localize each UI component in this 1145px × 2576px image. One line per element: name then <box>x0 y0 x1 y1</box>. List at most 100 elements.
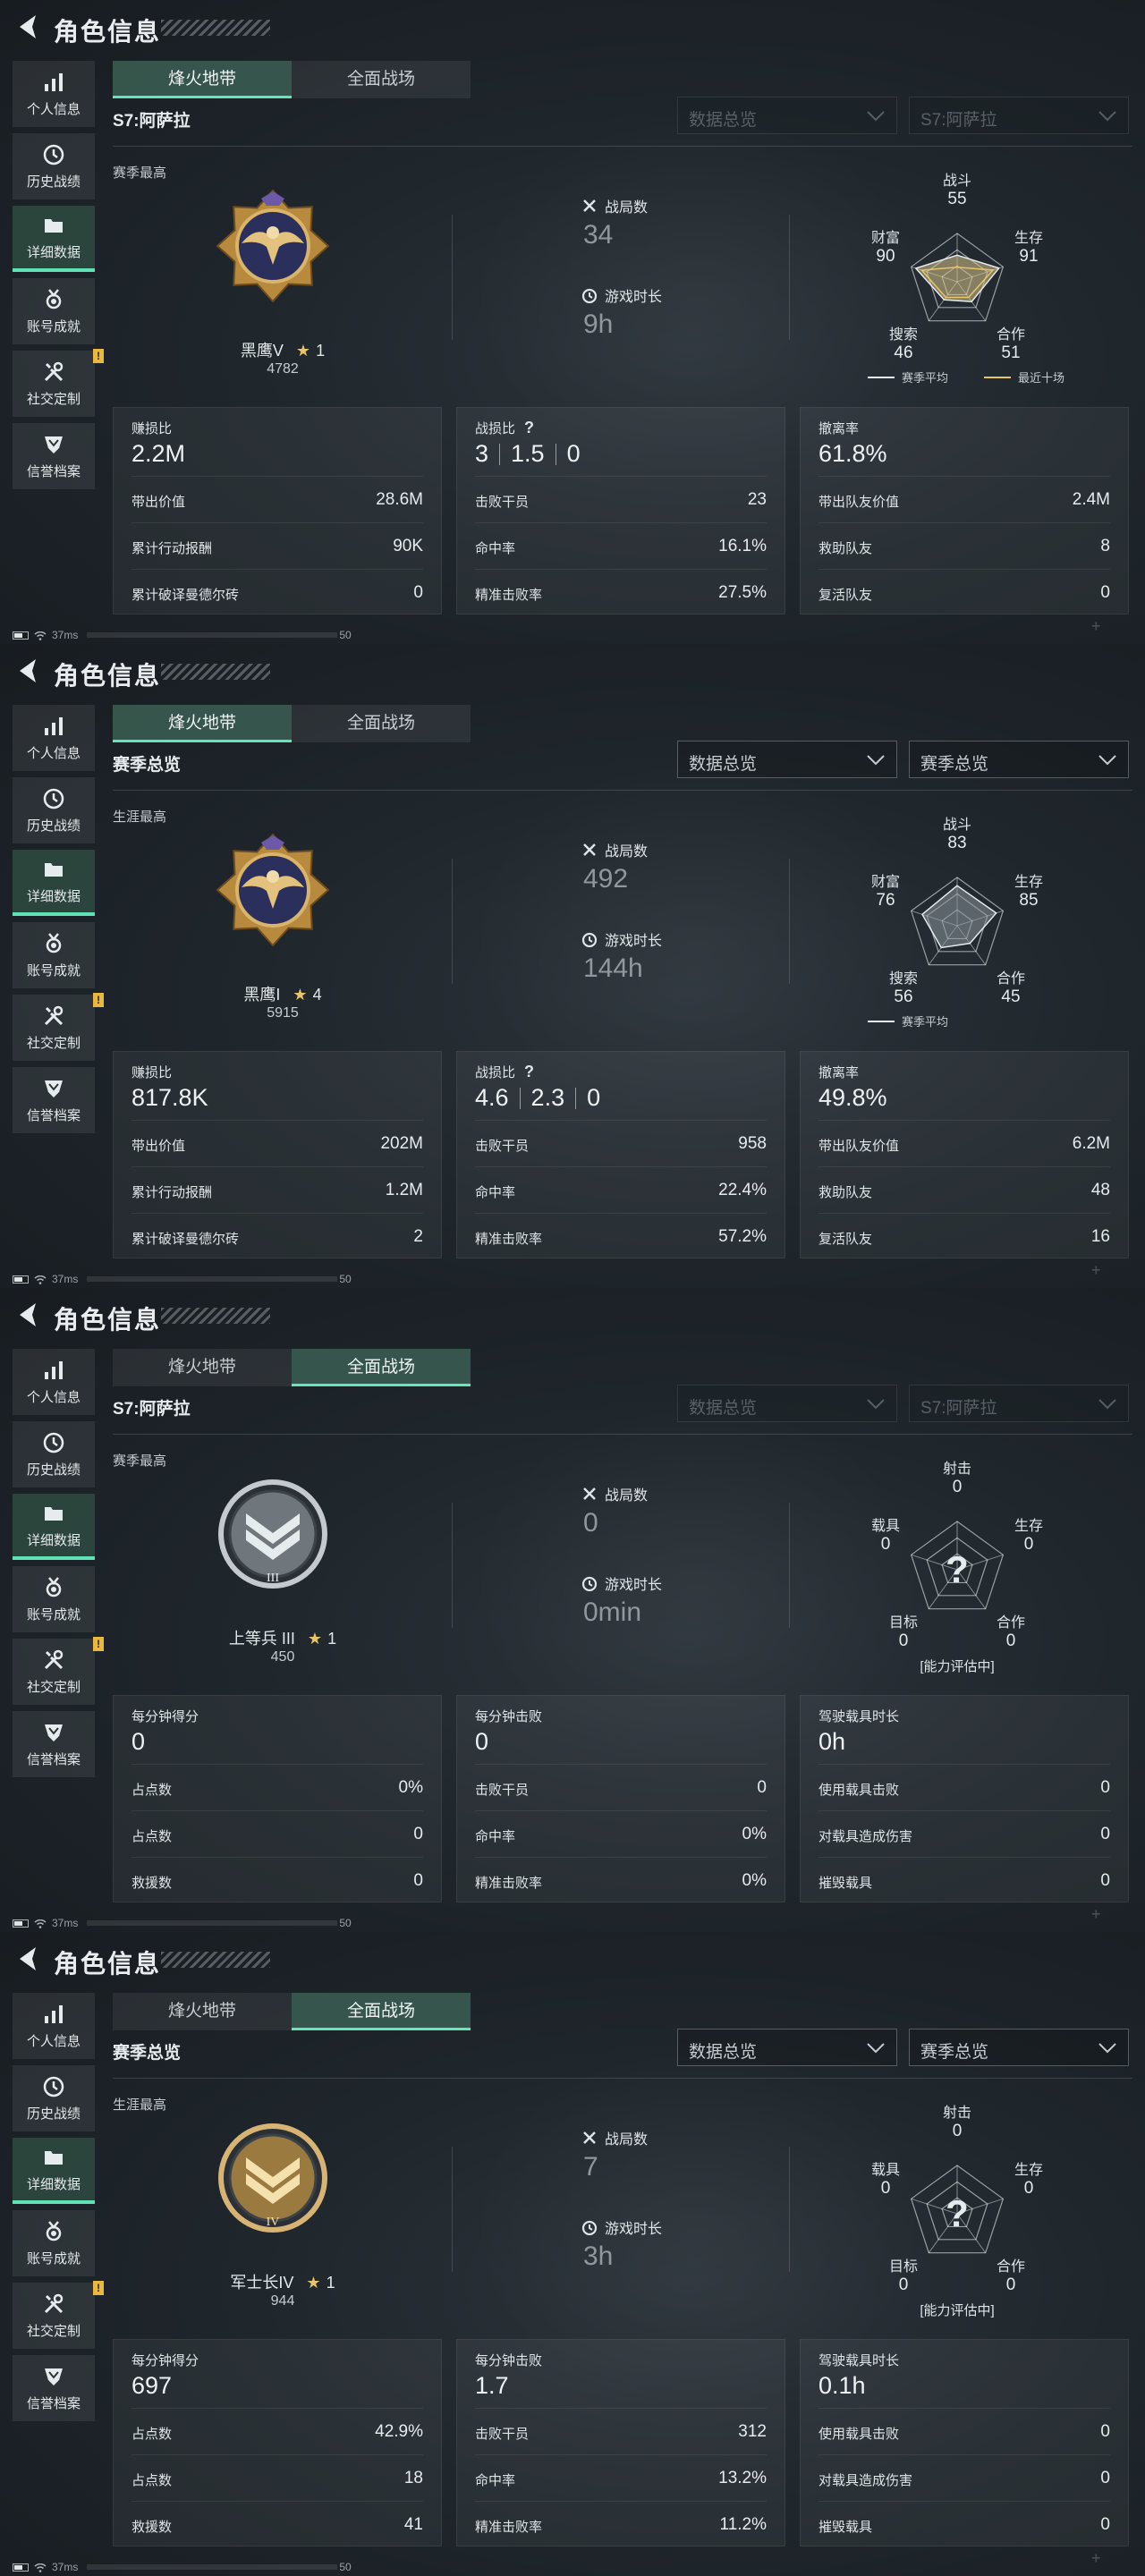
radar-axis-label: 战斗 <box>942 818 971 833</box>
data-overview-select[interactable]: 数据总览 <box>677 1385 897 1422</box>
data-overview-select[interactable]: 数据总览 <box>677 97 897 134</box>
card-head-value-row: 0 <box>475 1728 488 1756</box>
select-value: 赛季总览 <box>920 755 989 774</box>
nav-item-clock[interactable]: 历史战绩 <box>13 1421 95 1487</box>
mode-tabs: 烽火地带 全面战场 <box>113 705 471 742</box>
nav-item-medal[interactable]: 账号成就 <box>13 278 95 344</box>
stat-row-label: 带出队友价值 <box>818 1139 900 1154</box>
rank-line: 军士长IV ★ 1 <box>184 2270 381 2293</box>
nav-item-tools[interactable]: 社交定制! <box>13 993 104 1061</box>
nav-item-medal[interactable]: 账号成就 <box>13 2210 95 2276</box>
nav-item-label: 信誉档案 <box>26 1107 81 1123</box>
nav-item-folder[interactable]: 详细数据 <box>13 850 95 916</box>
nav-item-folder[interactable]: 详细数据 <box>13 2138 95 2204</box>
top-bar: 角色信息 <box>0 1288 1145 1342</box>
back-button[interactable] <box>14 13 41 41</box>
nav-item-shield[interactable]: 信誉档案 <box>13 1067 95 1133</box>
playtime-value: 0min <box>583 1597 642 1627</box>
rank-badge-icon: III <box>215 1476 331 1592</box>
stat-card: 每分钟击败 1.7 击败干员 312 命中率 13.2% 精准击败率 11.2% <box>456 2339 785 2546</box>
nav-item-folder[interactable]: 详细数据 <box>13 1494 95 1560</box>
nav-item-tools[interactable]: 社交定制! <box>13 349 104 417</box>
clock-icon <box>42 143 65 166</box>
back-button[interactable] <box>14 1945 41 1973</box>
nav-item-bar-chart[interactable]: 个人信息 <box>13 61 95 127</box>
warning-badge: ! <box>93 1637 104 1651</box>
crossed-swords-icon <box>583 843 596 856</box>
playtime-value: 144h <box>583 953 643 983</box>
stat-row: 精准击败率 0% <box>475 1857 767 1903</box>
season-select[interactable]: S7:阿萨拉 <box>909 97 1129 134</box>
season-select[interactable]: 赛季总览 <box>909 2029 1129 2066</box>
radar-axis-label: 射击 <box>942 1462 971 1477</box>
tab-mode-1[interactable]: 全面战场 <box>292 705 471 742</box>
back-button[interactable] <box>14 657 41 685</box>
card-head-value: 2.3 <box>530 1084 565 1111</box>
card-head-value: 49.8% <box>818 1084 887 1111</box>
radar-axis-value: 0 <box>880 1535 891 1554</box>
stat-row-value: 0 <box>413 583 423 602</box>
nav-item-clock[interactable]: 历史战绩 <box>13 777 95 843</box>
radar-axis-value: 0 <box>898 1631 909 1650</box>
stat-row-label: 精准击败率 <box>475 2520 543 2535</box>
radar-axis-value: 0 <box>952 1478 963 1496</box>
radar-axis-label: 合作 <box>996 1615 1025 1631</box>
help-icon[interactable]: ? <box>524 1063 534 1081</box>
tab-mode-0[interactable]: 烽火地带 <box>113 1349 292 1386</box>
best-rank-label: 赛季最高 <box>113 1453 167 1469</box>
stat-row: 击败干员 0 <box>475 1764 767 1810</box>
stat-row-value: 0 <box>757 1778 767 1797</box>
value-separator <box>575 1087 577 1109</box>
nav-item-medal[interactable]: 账号成就 <box>13 1566 95 1632</box>
nav-item-bar-chart[interactable]: 个人信息 <box>13 705 95 771</box>
divider <box>452 215 453 340</box>
side-nav: 个人信息 历史战绩详细数据 账号成就 社交定制! 信誉档案 <box>13 705 104 1140</box>
stat-row-label: 命中率 <box>475 1829 516 1844</box>
tab-mode-1[interactable]: 全面战场 <box>292 61 471 98</box>
stat-row-label: 击败干员 <box>475 495 530 510</box>
rank-points: 5915 <box>267 1005 299 1021</box>
nav-item-tools[interactable]: 社交定制! <box>13 1637 104 1705</box>
back-button[interactable] <box>14 1301 41 1329</box>
stat-row: 累计行动报酬 90K <box>131 522 423 569</box>
stat-row-label: 救助队友 <box>818 541 873 556</box>
nav-item-bar-chart[interactable]: 个人信息 <box>13 1993 95 2059</box>
nav-item-shield[interactable]: 信誉档案 <box>13 2355 95 2421</box>
help-icon[interactable]: ? <box>524 419 534 437</box>
stat-row-label: 使用载具击败 <box>818 1783 900 1798</box>
header-divider <box>113 1434 1132 1435</box>
tab-mode-0[interactable]: 烽火地带 <box>113 1993 292 2030</box>
tab-mode-1[interactable]: 全面战场 <box>292 1993 471 2030</box>
nav-item-bar-chart[interactable]: 个人信息 <box>13 1349 95 1415</box>
fps-bar <box>87 632 338 638</box>
data-overview-select[interactable]: 数据总览 <box>677 741 897 778</box>
nav-item-tools[interactable]: 社交定制! <box>13 2281 104 2349</box>
season-select[interactable]: S7:阿萨拉 <box>909 1385 1129 1422</box>
season-select[interactable]: 赛季总览 <box>909 741 1129 778</box>
stat-row-value: 28.6M <box>376 490 423 509</box>
stat-row: 击败干员 958 <box>475 1120 767 1166</box>
nav-item-clock[interactable]: 历史战绩 <box>13 2065 95 2131</box>
rank-name: 黑鹰V <box>240 342 284 360</box>
nav-item-shield[interactable]: 信誉档案 <box>13 1711 95 1777</box>
chevron-down-icon <box>866 752 886 767</box>
tab-mode-1[interactable]: 全面战场 <box>292 1349 471 1386</box>
stat-row: 带出队友价值 2.4M <box>818 476 1110 522</box>
stat-row-value: 13.2% <box>718 2469 767 2487</box>
nav-item-medal[interactable]: 账号成就 <box>13 922 95 988</box>
nav-item-folder[interactable]: 详细数据 <box>13 206 95 272</box>
tab-mode-0[interactable]: 烽火地带 <box>113 61 292 98</box>
stat-row: 占点数 42.9% <box>131 2408 423 2454</box>
shield-icon <box>42 1077 65 1100</box>
nav-item-label: 账号成就 <box>26 318 81 335</box>
ping-text: 37ms <box>52 1917 79 1929</box>
data-overview-select[interactable]: 数据总览 <box>677 2029 897 2066</box>
timer-icon <box>581 932 598 947</box>
nav-item-shield[interactable]: 信誉档案 <box>13 423 95 489</box>
nav-item-clock[interactable]: 历史战绩 <box>13 133 95 199</box>
chevron-down-icon <box>866 2040 886 2055</box>
tab-mode-0[interactable]: 烽火地带 <box>113 705 292 742</box>
card-head-value: 61.8% <box>818 440 887 467</box>
stat-row-value: 16.1% <box>718 537 767 555</box>
stat-row-label: 占点数 <box>131 1783 173 1798</box>
